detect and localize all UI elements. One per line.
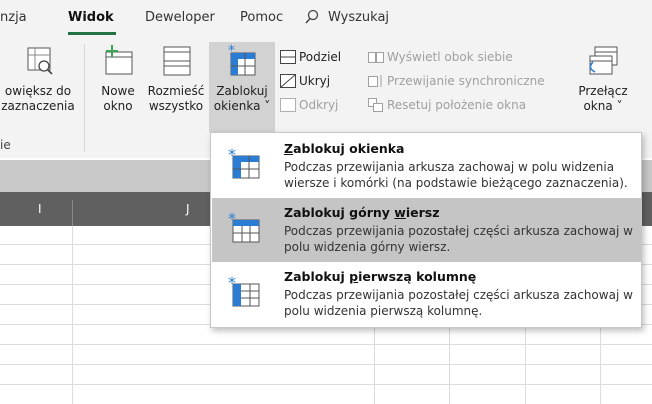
tab-pomoc[interactable]: Pomoc <box>240 10 283 25</box>
svg-text:*: * <box>228 275 236 292</box>
sync-scroll-label: Przewijanie synchroniczne <box>387 74 545 88</box>
arrange-all-icon <box>163 46 191 76</box>
freeze-panes-icon: * <box>228 44 256 76</box>
freeze-panes-dropdown: * Zablokuj okienka Podczas przewijania a… <box>210 132 642 328</box>
arrange-all-label-1: Rozmieść <box>147 84 205 98</box>
reset-window-position-button[interactable]: Resetuj położenie okna <box>368 98 526 112</box>
freeze-panes-option-description: Podczas przewijania arkusza zachowaj w p… <box>284 160 628 190</box>
ribbon-separator <box>84 44 85 152</box>
new-window-label-1: Nowe <box>101 84 135 98</box>
zoom-selection-label-1: owiększ do <box>4 84 72 98</box>
freeze-top-row-icon: * <box>228 211 260 243</box>
freeze-panes-icon: * <box>228 147 260 179</box>
unhide-icon <box>280 98 296 112</box>
freeze-first-column-option[interactable]: * Zablokuj pierwszą kolumnę Podczas prze… <box>212 262 641 326</box>
arrange-all-label-2: wszystko <box>148 99 204 113</box>
arrange-all-button[interactable]: Rozmieść wszystko <box>144 44 208 114</box>
tab-widok[interactable]: Widok <box>68 10 114 25</box>
freeze-panes-option-title: Zablokuj okienka <box>284 141 405 156</box>
reset-position-icon <box>368 98 383 112</box>
freeze-first-column-option-title: Zablokuj pierwszą kolumnę <box>284 269 477 284</box>
tab-recenzja[interactable]: nzja <box>0 10 27 25</box>
column-header-i[interactable]: I <box>38 202 42 216</box>
side-by-side-icon <box>368 52 384 63</box>
zoom-to-selection-button[interactable]: owiększ do zaznaczenia <box>0 44 76 114</box>
tab-deweloper[interactable]: Deweloper <box>145 10 215 25</box>
active-tab-underline <box>68 32 116 35</box>
hide-button[interactable]: Ukryj <box>280 74 330 88</box>
unhide-label: Odkryj <box>299 98 339 112</box>
sync-scroll-icon <box>368 75 382 87</box>
view-side-by-side-button[interactable]: Wyświetl obok siebie <box>368 50 513 64</box>
svg-text:*: * <box>228 147 236 164</box>
freeze-top-row-option-title: Zablokuj górny wiersz <box>284 205 440 220</box>
grid-col-line <box>72 226 73 404</box>
switch-windows-button[interactable]: Przełącz okna ˅ <box>572 44 634 114</box>
freeze-top-row-option[interactable]: * Zablokuj górny wiersz Podczas przewija… <box>212 198 641 262</box>
freeze-first-column-icon: * <box>228 275 260 307</box>
reset-window-position-label: Resetuj położenie okna <box>387 98 527 112</box>
svg-text:*: * <box>228 211 236 228</box>
grid-row-line <box>0 384 652 385</box>
freeze-panes-option[interactable]: * Zablokuj okienka Podczas przewijania a… <box>212 134 641 198</box>
hide-icon <box>280 74 296 88</box>
svg-text:*: * <box>228 44 235 59</box>
new-window-button[interactable]: Nowe okno <box>92 44 144 114</box>
hide-label: Ukryj <box>299 74 331 88</box>
column-header-j[interactable]: J <box>186 202 190 216</box>
sync-scroll-button[interactable]: Przewijanie synchroniczne <box>368 74 545 88</box>
zoom-selection-label-2: zaznaczenia <box>1 99 75 113</box>
freeze-panes-label-1: Zablokuj <box>216 84 268 98</box>
new-window-icon <box>105 45 133 75</box>
grid-row-line <box>0 344 652 345</box>
zoom-selection-icon <box>27 47 53 75</box>
freeze-first-column-option-description: Podczas przewijania pozostałej części ar… <box>284 288 633 318</box>
menu-tab-bar: nzja Widok Deweloper Pomoc Wyszukaj <box>0 0 652 38</box>
search-icon[interactable] <box>304 9 320 28</box>
new-window-label-2: okno <box>103 99 133 113</box>
view-side-by-side-label: Wyświetl obok siebie <box>387 50 513 64</box>
column-divider <box>72 200 73 226</box>
search-box[interactable]: Wyszukaj <box>328 10 389 25</box>
switch-windows-label-1: Przełącz <box>578 84 628 98</box>
unhide-button[interactable]: Odkryj <box>280 98 338 112</box>
switch-windows-icon <box>589 46 618 75</box>
freeze-top-row-option-description: Podczas przewijania pozostałej części ar… <box>284 224 633 254</box>
split-icon <box>280 50 296 64</box>
zoom-group-label: ie <box>0 138 11 152</box>
split-label: Podziel <box>299 50 342 64</box>
freeze-panes-label-2: okienka ˅ <box>213 99 271 113</box>
freeze-panes-button[interactable]: * Zablokuj okienka ˅ <box>209 42 275 132</box>
split-button[interactable]: Podziel <box>280 50 341 64</box>
switch-windows-label-2: okna ˅ <box>583 99 623 113</box>
grid-row-line <box>0 364 652 365</box>
